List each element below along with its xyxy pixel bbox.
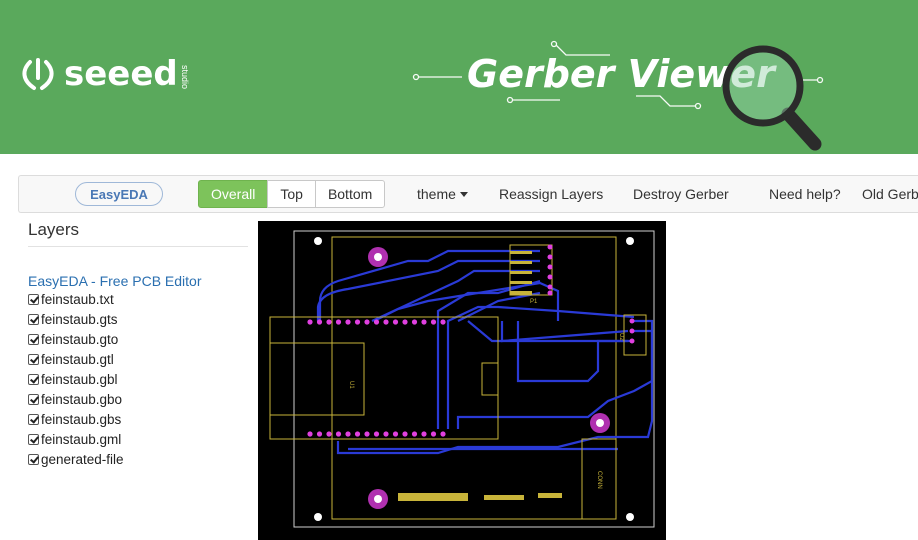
layer-item[interactable]: feinstaub.gts (28, 309, 248, 329)
pcb-pad (411, 431, 418, 437)
header-banner: seeed studio Gerber Viewer (0, 0, 918, 154)
easyeda-editor-link[interactable]: EasyEDA - Free PCB Editor (28, 273, 248, 289)
pcb-pad (345, 431, 351, 437)
layer-label: feinstaub.gto (41, 331, 119, 347)
header-pads-top (307, 319, 446, 325)
pcb-pad (345, 319, 351, 325)
layer-item[interactable]: feinstaub.gto (28, 329, 248, 349)
u1-label: U1 (348, 381, 354, 389)
layer-checkbox[interactable] (28, 313, 39, 325)
layer-label: generated-file (41, 451, 124, 467)
pcb-pad (364, 319, 370, 325)
layer-checkbox[interactable] (28, 453, 39, 465)
layer-checkbox[interactable] (28, 293, 39, 305)
pcb-pad (364, 431, 370, 437)
layer-item[interactable]: feinstaub.gbs (28, 409, 248, 429)
layer-label: feinstaub.gbl (41, 371, 118, 387)
pcb-render-canvas[interactable]: U1 U2 P1 CONN (258, 221, 666, 540)
layer-checkbox[interactable] (28, 373, 39, 385)
pcb-pad (307, 319, 313, 325)
pcb-pad (440, 319, 446, 325)
layer-item[interactable]: generated-file (28, 449, 248, 469)
reassign-layers-link[interactable]: Reassign Layers (499, 176, 603, 212)
pcb-pad (326, 431, 332, 437)
layer-label: feinstaub.gml (41, 431, 122, 447)
need-help-link[interactable]: Need help? (769, 176, 841, 212)
layers-title: Layers (28, 220, 248, 247)
layer-label: feinstaub.gts (41, 311, 118, 327)
layer-item[interactable]: feinstaub.gtl (28, 349, 248, 369)
pcb-pad (421, 319, 427, 325)
pcb-pad (326, 319, 332, 325)
layer-item[interactable]: feinstaub.txt (28, 289, 248, 309)
theme-dropdown[interactable]: theme (417, 176, 468, 212)
toolbar: EasyEDA Overall Top Bottom theme Reassig… (18, 175, 918, 213)
pcb-pad (392, 431, 399, 437)
layer-item[interactable]: feinstaub.gbl (28, 369, 248, 389)
destroy-gerber-link[interactable]: Destroy Gerber (633, 176, 729, 212)
bottom-button[interactable]: Bottom (314, 180, 386, 208)
layer-checkbox[interactable] (28, 393, 39, 405)
top-button[interactable]: Top (267, 180, 316, 208)
view-toggle-group: Overall Top Bottom (198, 180, 386, 208)
pcb-pad (335, 319, 342, 325)
pcb-pad (373, 431, 380, 437)
pcb-pad (335, 431, 342, 437)
p1-label: P1 (530, 299, 538, 305)
caret-down-icon (459, 191, 468, 197)
pcb-pad (383, 319, 389, 325)
pcb-pad (402, 319, 408, 325)
layer-label: feinstaub.gbs (41, 411, 122, 427)
old-gerber-link[interactable]: Old Gerb (862, 176, 918, 212)
magnifier-icon (722, 45, 822, 151)
pcb-pad (373, 319, 380, 325)
theme-label: theme (417, 186, 456, 202)
overall-button[interactable]: Overall (198, 180, 269, 208)
pcb-pad (430, 319, 437, 325)
easyeda-logo[interactable]: EasyEDA (75, 182, 163, 206)
layer-label: feinstaub.txt (41, 291, 114, 307)
layer-label: feinstaub.gtl (41, 351, 114, 367)
pcb-pad (354, 431, 361, 437)
pcb-pad (421, 431, 427, 437)
pcb-pad (316, 431, 323, 437)
pcb-pad (307, 431, 313, 437)
pcb-pad (316, 319, 323, 325)
layer-checkbox[interactable] (28, 353, 39, 365)
pcb-pad (440, 431, 446, 437)
layers-panel: Layers EasyEDA - Free PCB Editor feinsta… (28, 220, 248, 469)
pcb-pad (392, 319, 399, 325)
layer-item[interactable]: feinstaub.gbo (28, 389, 248, 409)
conn-label: CONN (596, 471, 602, 489)
pcb-pad (354, 319, 361, 325)
pcb-pad (383, 431, 389, 437)
layer-checkbox[interactable] (28, 433, 39, 445)
header-pads-bottom (307, 431, 446, 437)
layer-item[interactable]: feinstaub.gml (28, 429, 248, 449)
layer-label: feinstaub.gbo (41, 391, 123, 407)
u2-label: U2 (618, 333, 624, 341)
layer-checkbox[interactable] (28, 413, 39, 425)
layer-list: feinstaub.txt feinstaub.gts feinstaub.gt… (28, 289, 248, 469)
pcb-pad (402, 431, 408, 437)
layer-checkbox[interactable] (28, 333, 39, 345)
pcb-pad (430, 431, 437, 437)
pcb-pad (411, 319, 418, 325)
